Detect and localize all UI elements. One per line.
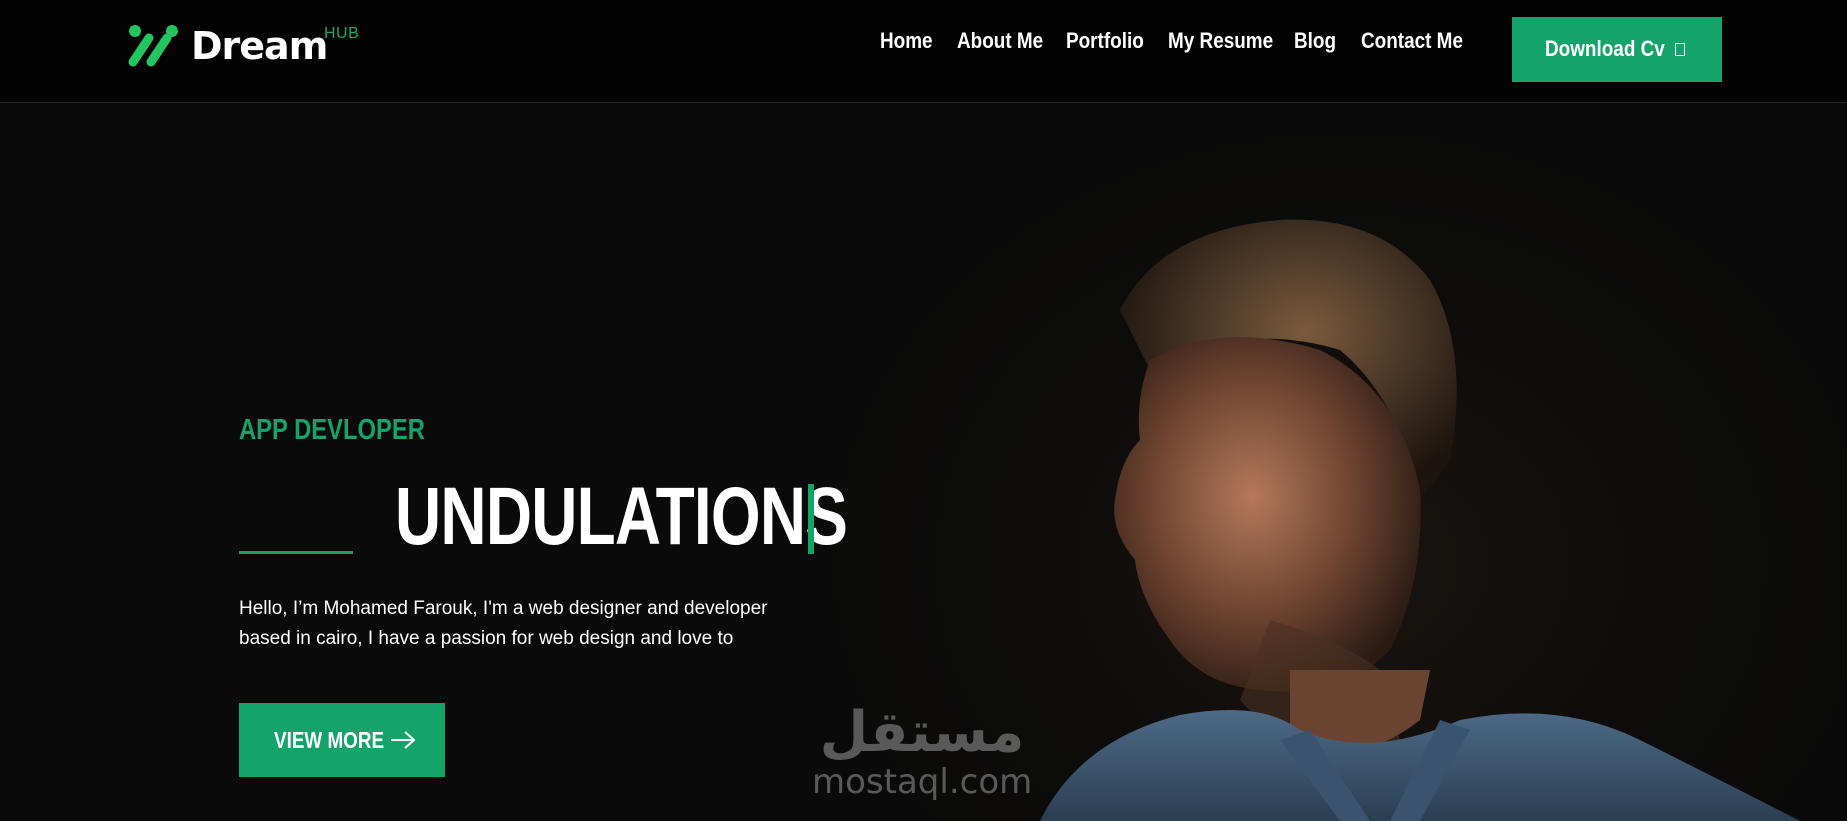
document-icon	[1675, 43, 1685, 56]
typing-cursor	[808, 484, 814, 554]
arrow-right-icon	[391, 731, 416, 749]
download-cv-button[interactable]: Download Cv	[1512, 17, 1722, 82]
logo-mark-icon	[128, 25, 178, 67]
intro-line-2: based in cairo, I have a passion for web…	[239, 628, 734, 649]
nav-blog[interactable]: Blog	[1294, 28, 1336, 54]
watermark-arabic: مستقل	[819, 700, 1025, 765]
top-navbar: Dream HUB Home About Me Portfolio My Res…	[0, 0, 1847, 103]
intro-line-1: Hello, I’m Mohamed Farouk, I'm a web des…	[239, 598, 768, 619]
watermark-latin: mostaql.com	[812, 762, 1033, 802]
hero-intro-text: Hello, I’m Mohamed Farouk, I'm a web des…	[239, 594, 839, 654]
brand-logo[interactable]: Dream HUB	[125, 22, 385, 70]
brand-name: Dream	[191, 24, 328, 68]
nav-my-resume[interactable]: My Resume	[1168, 28, 1273, 54]
view-more-label: VIEW MORE	[274, 727, 385, 753]
mostaql-watermark: مستقل mostaql.com	[812, 700, 1032, 810]
hero-portrait-image	[1040, 219, 1800, 821]
nav-contact-me[interactable]: Contact Me	[1361, 28, 1463, 54]
brand-superscript: HUB	[324, 25, 360, 42]
nav-home[interactable]: Home	[880, 28, 933, 54]
view-more-button[interactable]: VIEW MORE	[239, 703, 445, 777]
download-cv-label: Download Cv	[1545, 36, 1665, 61]
nav-about-me[interactable]: About Me	[957, 28, 1043, 54]
nav-portfolio[interactable]: Portfolio	[1066, 28, 1144, 54]
headline-accent-line	[239, 551, 353, 554]
hero-headline: UNDULATIONS	[395, 471, 848, 562]
hero-subtitle: APP DEVLOPER	[239, 414, 425, 446]
